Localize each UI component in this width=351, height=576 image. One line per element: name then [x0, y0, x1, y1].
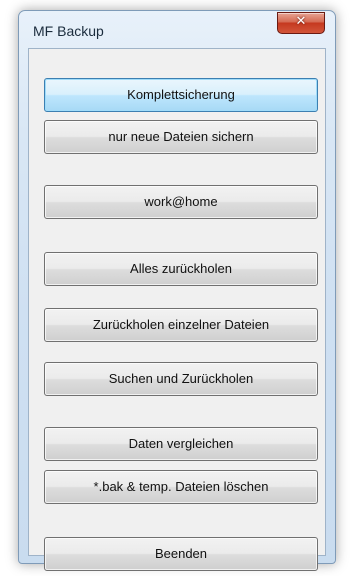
compare-data-button[interactable]: Daten vergleichen [44, 427, 318, 461]
backup-new-files-button[interactable]: nur neue Dateien sichern [44, 120, 318, 154]
close-button[interactable]: ✕ [277, 12, 325, 34]
app-window: MF Backup ✕ Komplettsicherung nur neue D… [18, 10, 336, 571]
restore-all-button[interactable]: Alles zurückholen [44, 252, 318, 286]
delete-temp-files-button[interactable]: *.bak & temp. Dateien löschen [44, 470, 318, 504]
search-and-restore-button[interactable]: Suchen und Zurückholen [44, 362, 318, 396]
button-panel: Komplettsicherung nur neue Dateien siche… [28, 48, 326, 571]
work-at-home-button[interactable]: work@home [44, 185, 318, 219]
window-title: MF Backup [33, 23, 104, 39]
title-bar[interactable]: MF Backup ✕ [19, 11, 335, 49]
close-icon: ✕ [295, 14, 307, 29]
full-backup-button[interactable]: Komplettsicherung [44, 78, 318, 112]
exit-button[interactable]: Beenden [44, 537, 318, 571]
restore-single-files-button[interactable]: Zurückholen einzelner Dateien [44, 308, 318, 342]
